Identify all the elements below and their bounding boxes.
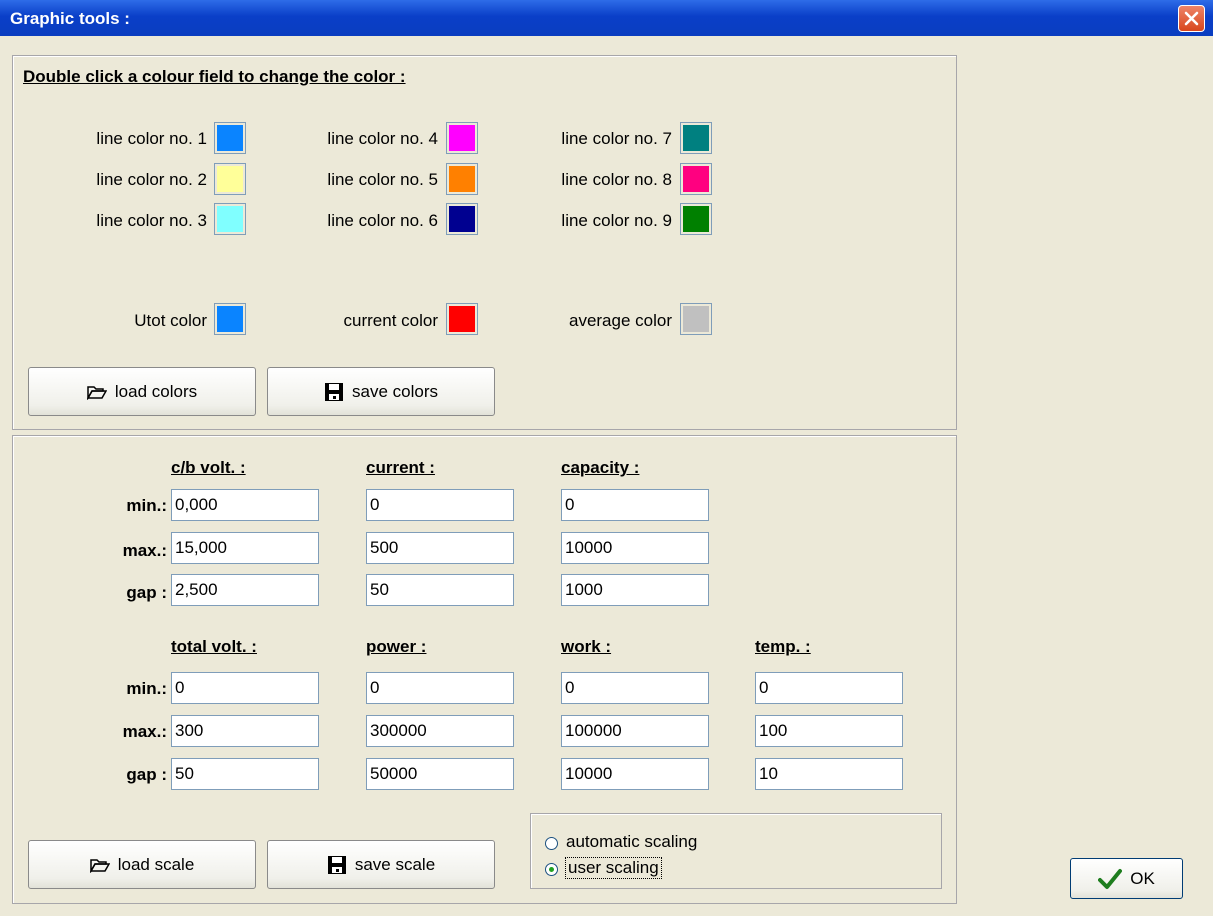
save-scale-label: save scale (354, 854, 436, 874)
line-color-swatch-6[interactable] (446, 203, 478, 235)
temp-min-input[interactable] (755, 672, 903, 704)
line-color-label-8: line color no. 8 (561, 170, 672, 189)
load-colors-label: load colors (114, 381, 198, 401)
power-gap-input[interactable] (366, 758, 514, 790)
current-gap-input[interactable] (366, 574, 514, 606)
automatic-scaling-label[interactable]: automatic scaling (566, 832, 697, 852)
line-color-label-6: line color no. 6 (327, 211, 438, 230)
checkmark-icon (1098, 868, 1123, 889)
min-label-2: min.: (126, 679, 167, 698)
min-label-1: min.: (126, 496, 167, 515)
average-color-swatch[interactable] (680, 303, 712, 335)
average-color-label: average color (568, 311, 672, 330)
load-scale-button[interactable]: load scale (28, 840, 256, 889)
line-color-swatch-8[interactable] (680, 163, 712, 195)
temp-max-input[interactable] (755, 715, 903, 747)
total-volt-min-input[interactable] (171, 672, 319, 704)
line-color-swatch-7[interactable] (680, 122, 712, 154)
line-color-label-7: line color no. 7 (561, 129, 672, 148)
cb-volt-min-input[interactable] (171, 489, 319, 521)
save-scale-button[interactable]: save scale (267, 840, 495, 889)
utot-color-swatch[interactable] (214, 303, 246, 335)
close-button[interactable] (1178, 5, 1205, 32)
utot-color-label: Utot color (134, 311, 207, 330)
close-icon (1184, 11, 1199, 26)
current-min-input[interactable] (366, 489, 514, 521)
load-scale-label: load scale (117, 854, 195, 874)
gap-label-1: gap : (126, 583, 167, 602)
power-max-input[interactable] (366, 715, 514, 747)
user-scaling-radio[interactable] (545, 863, 558, 876)
work-header: work : (561, 637, 612, 656)
colors-heading: Double click a colour field to change th… (23, 67, 406, 86)
cb-volt-header: c/b volt. : (171, 458, 246, 477)
ok-label: OK (1130, 868, 1155, 888)
max-label-1: max.: (122, 541, 167, 560)
capacity-header: capacity : (561, 458, 640, 477)
total-volt-header: total volt. : (171, 637, 257, 656)
gap-label-2: gap : (126, 765, 167, 784)
ok-button[interactable]: OK (1070, 858, 1183, 899)
capacity-gap-input[interactable] (561, 574, 709, 606)
current-max-input[interactable] (366, 532, 514, 564)
floppy-disk-icon (325, 382, 343, 401)
line-color-swatch-9[interactable] (680, 203, 712, 235)
power-min-input[interactable] (366, 672, 514, 704)
line-color-swatch-1[interactable] (214, 122, 246, 154)
save-colors-button[interactable]: save colors (267, 367, 495, 416)
work-min-input[interactable] (561, 672, 709, 704)
current-header: current : (366, 458, 435, 477)
line-color-swatch-2[interactable] (214, 163, 246, 195)
capacity-min-input[interactable] (561, 489, 709, 521)
current-color-label: current color (343, 311, 438, 330)
line-color-label-5: line color no. 5 (327, 170, 438, 189)
line-color-label-3: line color no. 3 (96, 211, 207, 230)
line-color-label-2: line color no. 2 (96, 170, 207, 189)
current-color-swatch[interactable] (446, 303, 478, 335)
user-scaling-label[interactable]: user scaling (565, 857, 662, 879)
save-colors-label: save colors (352, 381, 438, 401)
line-color-label-4: line color no. 4 (327, 129, 438, 148)
floppy-disk-icon (327, 855, 346, 874)
line-color-label-1: line color no. 1 (96, 129, 207, 148)
work-gap-input[interactable] (561, 758, 709, 790)
max-label-2: max.: (122, 722, 167, 741)
line-color-swatch-4[interactable] (446, 122, 478, 154)
line-color-swatch-5[interactable] (446, 163, 478, 195)
total-volt-max-input[interactable] (171, 715, 319, 747)
line-color-label-9: line color no. 9 (561, 211, 672, 230)
load-colors-button[interactable]: load colors (28, 367, 256, 416)
automatic-scaling-radio[interactable] (545, 837, 558, 850)
folder-open-icon (86, 385, 107, 400)
cb-volt-max-input[interactable] (171, 532, 319, 564)
cb-volt-gap-input[interactable] (171, 574, 319, 606)
total-volt-gap-input[interactable] (171, 758, 319, 790)
window-title: Graphic tools : (10, 9, 130, 28)
capacity-max-input[interactable] (561, 532, 709, 564)
title-bar: Graphic tools : (0, 0, 1213, 36)
power-header: power : (366, 637, 427, 656)
temp-header: temp. : (755, 637, 811, 656)
folder-open-icon (89, 858, 110, 873)
work-max-input[interactable] (561, 715, 709, 747)
line-color-swatch-3[interactable] (214, 203, 246, 235)
temp-gap-input[interactable] (755, 758, 903, 790)
